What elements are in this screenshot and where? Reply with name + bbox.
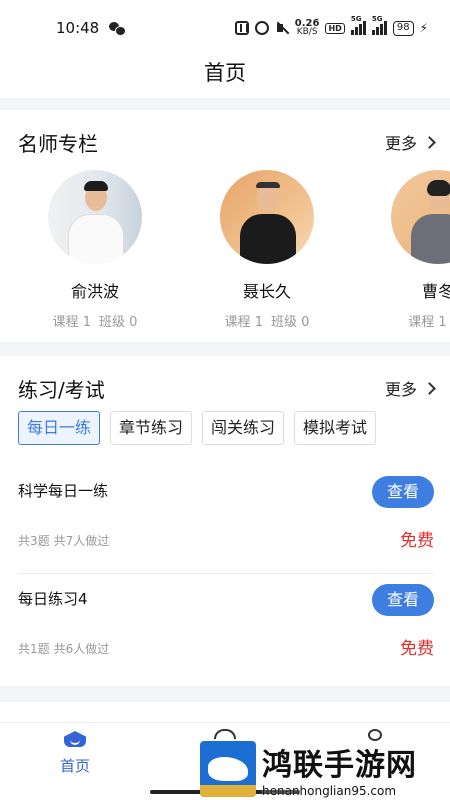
teacher-name: 曹冬	[421, 282, 450, 301]
status-icons: 0.26 KB/S HD 5G 5G 98 ⚡	[234, 15, 428, 37]
question-count: 共1题	[18, 642, 50, 656]
hd-icon: HD	[325, 22, 345, 34]
wechat-notification-icon	[109, 22, 127, 36]
avatar	[220, 170, 314, 264]
participant-count: 共6人做过	[53, 642, 110, 656]
chevron-right-icon	[423, 381, 436, 395]
home-icon	[64, 731, 86, 749]
mute-icon	[275, 21, 289, 35]
teacher-stats: 课程 1班	[378, 311, 450, 330]
chevron-right-icon	[423, 135, 436, 149]
teachers-more-link[interactable]: 更多	[384, 130, 436, 154]
section-title: 名师专栏	[18, 131, 98, 156]
practice-exam-section: 练习/考试 更多 每日一练 章节练习 闯关练习 模拟考试 科学每日一练 共3题共…	[0, 356, 450, 686]
page-title: 首页	[204, 61, 246, 85]
price-label: 免费	[400, 531, 434, 551]
status-time: 10:48	[56, 19, 100, 37]
practice-tabs: 每日一练 章节练习 闯关练习 模拟考试	[18, 411, 377, 445]
teacher-card[interactable]: 曹冬 课程 1班	[378, 170, 450, 330]
watermark-url: henanhonglian95.com	[262, 784, 397, 798]
practice-title: 每日练习4	[18, 590, 88, 608]
class-count: 班级 0	[271, 315, 310, 330]
network-speed-unit: KB/S	[296, 27, 318, 37]
course-count: 课程 1	[52, 315, 91, 330]
course-count: 课程 1	[408, 315, 447, 330]
practice-item[interactable]: 每日练习4 共1题 共6人做过 查看 免费	[18, 578, 434, 682]
practice-meta: 共1题 共6人做过	[18, 640, 109, 657]
next-section-peek	[0, 702, 450, 722]
alarm-icon	[254, 21, 269, 35]
avatar	[391, 170, 450, 264]
section-header: 名师专栏 更多	[18, 127, 436, 157]
teacher-name: 聂长久	[242, 282, 291, 301]
more-label: 更多	[384, 134, 417, 153]
practice-item[interactable]: 科学每日一练 共3题 共7人做过 查看 免费	[18, 470, 434, 574]
practice-meta: 共3题 共7人做过	[18, 532, 109, 549]
watermark-name: 鸿联手游网	[262, 748, 417, 783]
battery-icon: 98	[392, 20, 414, 36]
tab-chapter-practice[interactable]: 章节练习	[110, 411, 193, 445]
nav-home[interactable]: 首页	[46, 731, 104, 776]
price-label: 免费	[400, 639, 434, 659]
teacher-name: 俞洪波	[70, 282, 119, 301]
signal-icon: 5G	[350, 15, 366, 35]
course-count: 课程 1	[224, 315, 263, 330]
view-button[interactable]: 查看	[372, 476, 434, 508]
signal-2-label: 5G	[371, 15, 383, 23]
watermark: 鸿联手游网 henanhonglian95.com	[200, 738, 450, 800]
watermark-logo	[200, 741, 256, 797]
charging-bolt-icon: ⚡	[419, 21, 428, 35]
teacher-stats: 课程 1 班级 0	[35, 311, 155, 330]
tab-mock-exam[interactable]: 模拟考试	[294, 411, 377, 445]
avatar	[48, 170, 142, 264]
featured-teachers-section: 名师专栏 更多 俞洪波 课程 1 班级 0 聂长久 课程 1 班级 0 曹冬 课程 …	[0, 110, 450, 342]
status-bar: 10:48 0.26 KB/S HD 5G 5G 98 ⚡	[0, 0, 450, 56]
participant-count: 共7人做过	[53, 534, 110, 548]
nfc-icon	[234, 21, 249, 35]
practice-title: 科学每日一练	[18, 482, 109, 500]
signal-icon: 5G	[371, 15, 387, 35]
practice-more-link[interactable]: 更多	[384, 376, 436, 400]
title-bar: 首页	[0, 56, 450, 98]
nav-home-label: 首页	[59, 757, 90, 775]
network-speed: 0.26 KB/S	[295, 19, 320, 37]
section-header: 练习/考试 更多	[18, 373, 436, 403]
teacher-stats: 课程 1 班级 0	[207, 311, 327, 330]
watermark-text: 鸿联手游网 henanhonglian95.com	[262, 740, 417, 798]
view-button[interactable]: 查看	[372, 584, 434, 616]
question-count: 共3题	[18, 534, 50, 548]
teacher-card[interactable]: 聂长久 课程 1 班级 0	[207, 170, 327, 330]
signal-1-label: 5G	[350, 15, 362, 23]
section-title: 练习/考试	[18, 377, 105, 402]
more-label: 更多	[384, 380, 417, 399]
class-count: 班级 0	[99, 315, 138, 330]
tab-daily-practice[interactable]: 每日一练	[18, 411, 101, 445]
teacher-card[interactable]: 俞洪波 课程 1 班级 0	[35, 170, 155, 330]
tab-level-practice[interactable]: 闯关练习	[202, 411, 285, 445]
